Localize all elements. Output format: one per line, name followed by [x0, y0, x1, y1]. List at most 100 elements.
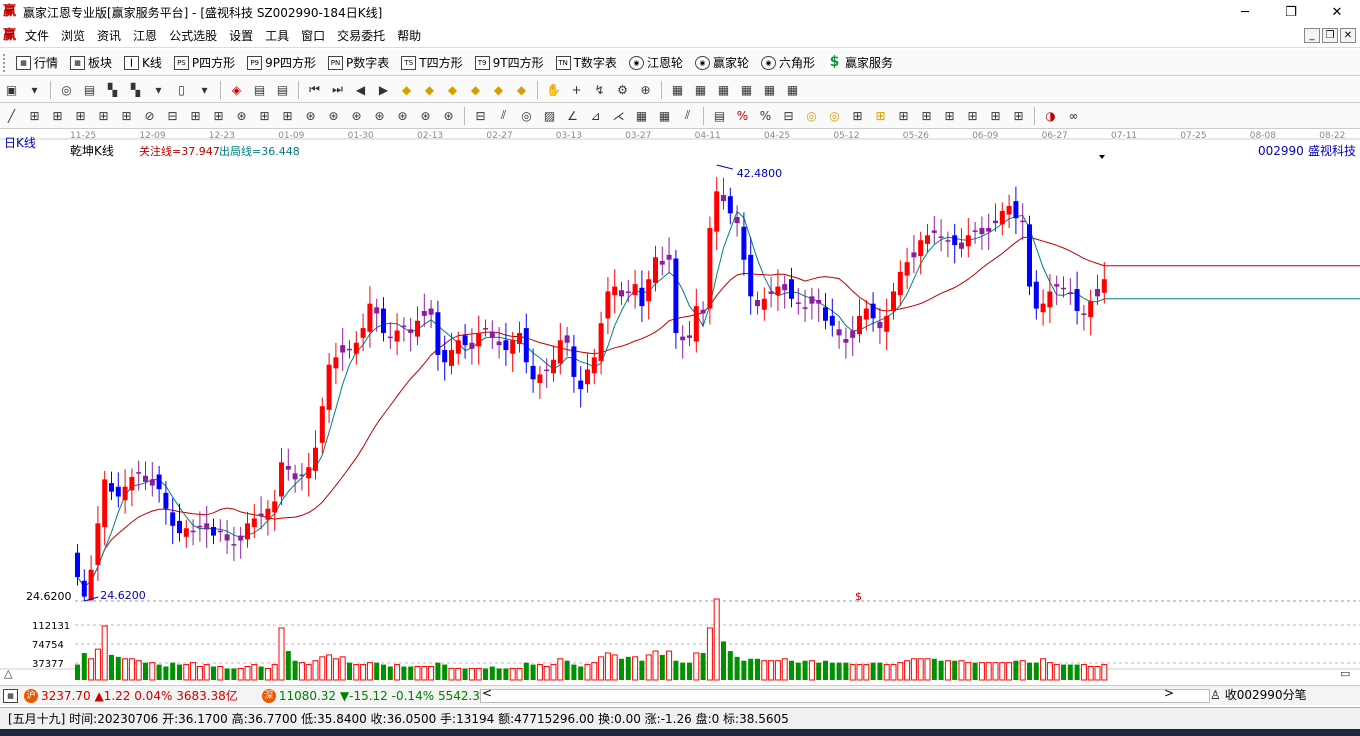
candle-body[interactable] — [1095, 289, 1100, 297]
drawing-tool-36-icon[interactable]: ▦ — [761, 81, 779, 99]
candle-body[interactable] — [258, 513, 264, 517]
candle-body[interactable] — [469, 342, 475, 349]
analysis-tool-40-icon[interactable]: ⊞ — [895, 107, 913, 125]
mdi-restore-button[interactable]: ❐ — [1322, 28, 1338, 43]
candle-body[interactable] — [306, 467, 312, 479]
candle-body[interactable] — [387, 336, 393, 339]
drawing-tool-17-icon[interactable]: ◀ — [352, 81, 370, 99]
candle-body[interactable] — [816, 299, 822, 304]
toolbar-button-2[interactable]: ┃ K线 — [118, 51, 168, 75]
candle-body[interactable] — [857, 315, 862, 335]
sh-index-icon[interactable]: 沪 — [24, 688, 38, 703]
candle-body[interactable] — [789, 279, 794, 299]
toolbar-button-10[interactable]: ◉ 赢家轮 — [689, 51, 755, 75]
tick-detail-link[interactable]: ♙ 收002990分笔 — [1210, 686, 1307, 703]
analysis-tool-18-icon[interactable]: ⊛ — [417, 107, 435, 125]
candle-body[interactable] — [285, 466, 291, 470]
candle-body[interactable] — [483, 328, 488, 330]
candle-body[interactable] — [979, 227, 985, 235]
analysis-tool-11-icon[interactable]: ⊞ — [256, 107, 274, 125]
candle-body[interactable] — [884, 315, 890, 332]
analysis-tool-9-icon[interactable]: ⊞ — [210, 107, 228, 125]
candle-body[interactable] — [340, 345, 346, 353]
candle-body[interactable] — [802, 307, 808, 309]
analysis-tool-39-icon[interactable]: ⊞ — [872, 107, 890, 125]
candle-body[interactable] — [374, 307, 380, 314]
candle-body[interactable] — [959, 242, 964, 249]
candle-body[interactable] — [326, 364, 332, 410]
candle-body[interactable] — [1006, 206, 1012, 215]
candle-body[interactable] — [721, 195, 726, 202]
candle-body[interactable] — [625, 291, 631, 293]
drawing-tool-1-icon[interactable]: ▾ — [26, 81, 44, 99]
drawing-tool-30-icon[interactable]: ⊕ — [637, 81, 655, 99]
candle-body[interactable] — [653, 257, 658, 283]
candle-body[interactable] — [462, 335, 468, 346]
kline-chart[interactable]: 11-25 12-09 12-23 01-09 01-30 02-13 02-27 03-13… — [0, 129, 1360, 683]
candle-body[interactable] — [476, 332, 482, 347]
candle-body[interactable] — [755, 299, 760, 307]
candle-body[interactable] — [877, 321, 883, 329]
scroll-right-button[interactable]: > — [1164, 686, 1174, 700]
analysis-tool-42-icon[interactable]: ⊞ — [941, 107, 959, 125]
dividend-marker[interactable]: $ — [855, 590, 862, 603]
candle-body[interactable] — [1027, 224, 1032, 287]
candle-body[interactable] — [156, 474, 162, 490]
candle-body[interactable] — [435, 312, 441, 355]
drawing-tool-4-icon[interactable]: ▤ — [81, 81, 99, 99]
index-scrollbar[interactable] — [480, 689, 1210, 703]
candle-body[interactable] — [544, 369, 550, 372]
drawing-tool-27-icon[interactable]: + — [568, 81, 586, 99]
candle-body[interactable] — [347, 348, 352, 351]
candle-body[interactable] — [313, 447, 318, 471]
candle-body[interactable] — [170, 512, 176, 526]
analysis-tool-15-icon[interactable]: ⊛ — [348, 107, 366, 125]
drawing-tool-23-icon[interactable]: ◆ — [490, 81, 508, 99]
drawing-tool-35-icon[interactable]: ▦ — [738, 81, 756, 99]
candle-body[interactable] — [81, 580, 87, 597]
toolbar-button-5[interactable]: PN P数字表 — [322, 51, 395, 75]
restore-button[interactable]: ❐ — [1268, 0, 1314, 24]
candle-body[interactable] — [1040, 303, 1046, 313]
candle-body[interactable] — [925, 235, 930, 244]
candle-body[interactable] — [367, 303, 373, 332]
candle-body[interactable] — [782, 284, 788, 291]
candle-body[interactable] — [272, 501, 278, 513]
candle-body[interactable] — [591, 357, 597, 374]
drawing-tool-8-icon[interactable]: ▯ — [173, 81, 191, 99]
candle-body[interactable] — [394, 330, 400, 342]
analysis-tool-24-icon[interactable]: ▨ — [541, 107, 559, 125]
quote-board-icon[interactable]: ▦ — [3, 688, 18, 703]
analysis-tool-48-icon[interactable]: ∞ — [1065, 107, 1083, 125]
candle-body[interactable] — [319, 406, 325, 443]
candle-body[interactable] — [292, 473, 298, 480]
candle-body[interactable] — [1061, 287, 1066, 290]
candle-body[interactable] — [680, 336, 686, 341]
candle-body[interactable] — [238, 535, 244, 541]
candle-body[interactable] — [891, 291, 896, 311]
candle-body[interactable] — [449, 350, 454, 366]
candle-body[interactable] — [768, 291, 774, 294]
analysis-tool-38-icon[interactable]: ⊞ — [849, 107, 867, 125]
candle-body[interactable] — [224, 534, 230, 541]
candle-body[interactable] — [1047, 291, 1053, 308]
analysis-tool-25-icon[interactable]: ∠ — [564, 107, 582, 125]
analysis-tool-27-icon[interactable]: ⋌ — [610, 107, 628, 125]
candle-body[interactable] — [442, 350, 448, 363]
toolbar-button-8[interactable]: TN T数字表 — [550, 51, 623, 75]
analysis-tool-29-icon[interactable]: ▦ — [656, 107, 674, 125]
drawing-tool-13-icon[interactable]: ▤ — [274, 81, 292, 99]
candle-body[interactable] — [551, 359, 556, 374]
candle-body[interactable] — [734, 216, 740, 224]
analysis-tool-43-icon[interactable]: ⊞ — [964, 107, 982, 125]
candle-body[interactable] — [122, 486, 128, 501]
analysis-tool-21-icon[interactable]: ⊟ — [472, 107, 490, 125]
candle-body[interactable] — [965, 235, 971, 247]
analysis-tool-44-icon[interactable]: ⊞ — [987, 107, 1005, 125]
candle-body[interactable] — [353, 342, 359, 354]
toolbar-button-12[interactable]: $ 赢家服务 — [821, 51, 899, 75]
candle-body[interactable] — [217, 530, 223, 533]
candle-body[interactable] — [612, 286, 618, 296]
candle-body[interactable] — [428, 308, 434, 315]
candle-body[interactable] — [707, 227, 713, 309]
